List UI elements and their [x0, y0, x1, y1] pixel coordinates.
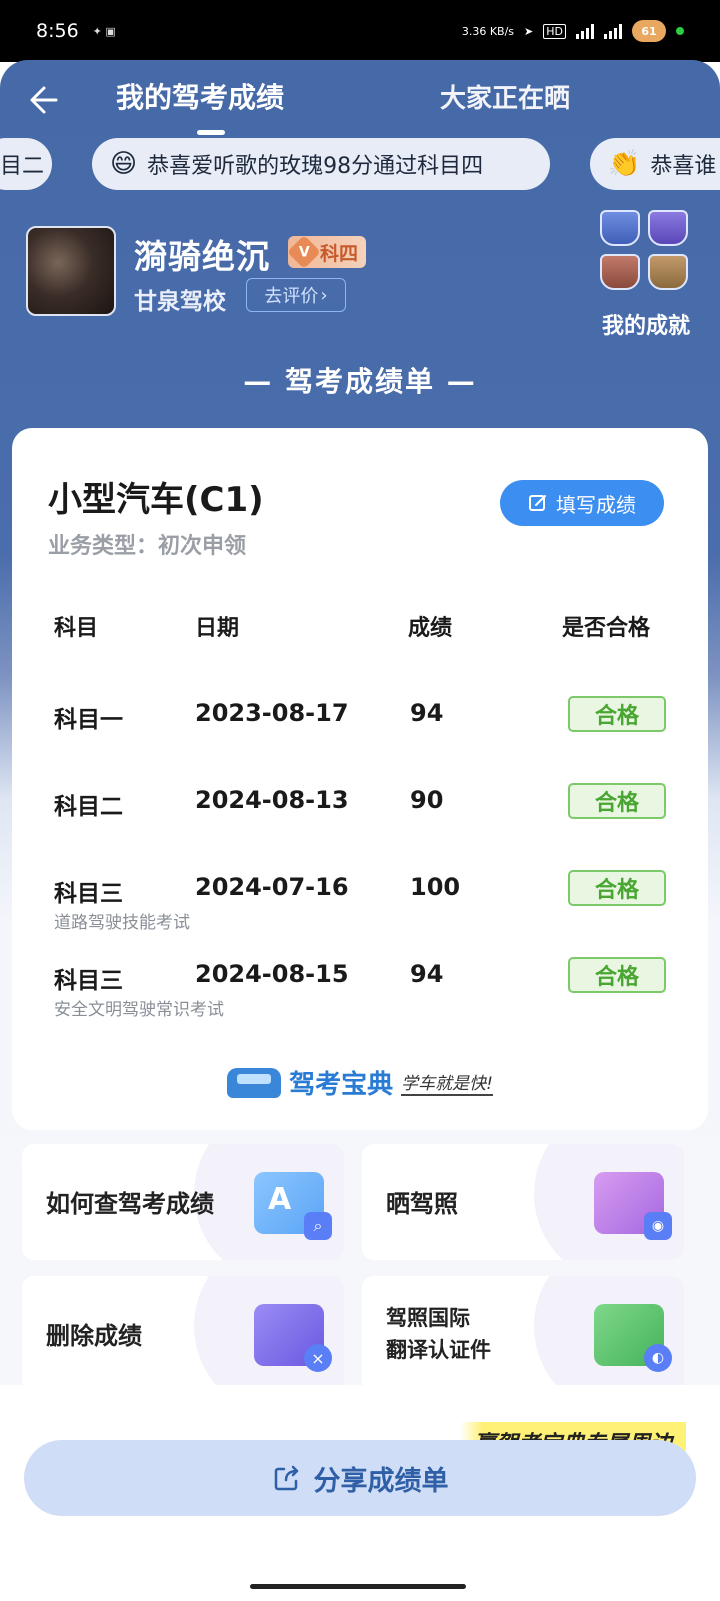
tab-my-results[interactable]: 我的驾考成绩: [116, 76, 284, 116]
row-subject: 科目三: [54, 881, 123, 907]
v-badge-icon: V: [287, 235, 321, 269]
brand-name: 驾考宝典: [289, 1070, 394, 1100]
ticker-item[interactable]: 目二: [0, 138, 52, 190]
school-name: 甘泉驾校: [134, 289, 226, 315]
level-badge: V 科四: [287, 235, 367, 269]
top-nav: 我的驾考成绩 大家正在晒: [0, 60, 720, 140]
header-passed: 是否合格: [562, 616, 651, 641]
notification-icon: ✦ ▣: [92, 24, 116, 38]
fill-score-button[interactable]: 填写成绩: [500, 480, 664, 526]
achievements-label: 我的成就: [601, 314, 690, 339]
search-document-icon: A ⌕: [254, 1172, 332, 1240]
row-note: 道路驾驶技能考试: [54, 913, 190, 933]
badge-icon: [600, 254, 640, 290]
tile-label: 如何查驾考成绩: [46, 1190, 214, 1218]
row-date: 2024-08-15: [195, 960, 349, 988]
pass-badge: 合格: [568, 957, 666, 993]
car-logo-icon: [227, 1067, 282, 1098]
tile-label-line2: 翻译认证件: [386, 1338, 491, 1362]
app-frame: 我的驾考成绩 大家正在晒 目二 😄 恭喜爱听歌的玫瑰98分通过科目四 👏 恭喜谁…: [0, 60, 720, 1601]
rate-button-label: 去评价: [264, 286, 319, 307]
congrats-ticker: 目二 😄 恭喜爱听歌的玫瑰98分通过科目四 👏 恭喜谁: [0, 138, 720, 190]
badge-icon: [600, 210, 640, 246]
photo-icon: ◉: [594, 1172, 672, 1240]
avatar[interactable]: [26, 226, 116, 316]
header-date: 日期: [195, 616, 240, 641]
share-button[interactable]: 分享成绩单: [24, 1440, 696, 1516]
fill-score-label: 填写成绩: [556, 492, 636, 517]
row-date: 2024-08-13: [195, 786, 349, 814]
pass-badge: 合格: [568, 870, 666, 906]
ticker-item[interactable]: 😄 恭喜爱听歌的玫瑰98分通过科目四: [92, 138, 550, 190]
badge-icon: [648, 254, 688, 290]
battery-icon: 61: [632, 20, 666, 42]
pass-badge: 合格: [568, 696, 666, 732]
status-time: 8:56: [36, 20, 79, 42]
row-score: 94: [410, 960, 444, 988]
tab-everyone-sharing[interactable]: 大家正在晒: [440, 78, 570, 115]
home-indicator[interactable]: [250, 1584, 466, 1589]
delete-document-icon: ×: [254, 1304, 332, 1372]
signal-icon-2: [604, 23, 622, 39]
ticker-text: 恭喜爱听歌的玫瑰98分通过科目四: [147, 154, 484, 179]
ticker-text: 恭喜谁: [650, 154, 717, 179]
brand-footer: 驾考宝典 学车就是快!: [12, 1064, 708, 1101]
row-subject: 科目一: [54, 707, 123, 733]
share-button-label: 分享成绩单: [313, 1465, 449, 1497]
license-type: 小型汽车(C1): [48, 480, 264, 520]
edit-icon: [529, 495, 546, 511]
row-score: 90: [410, 786, 444, 814]
rate-button[interactable]: 去评价 ›: [246, 278, 346, 312]
header-score: 成绩: [408, 616, 453, 641]
tile-label: 晒驾照: [386, 1190, 458, 1218]
ticker-text: 目二: [0, 154, 45, 179]
user-name: 漪骑绝沉: [134, 237, 270, 276]
signal-icon: [576, 23, 594, 39]
hd-icon: HD: [543, 23, 566, 39]
business-type: 业务类型：初次申领: [48, 534, 247, 559]
id-card-icon: ◐: [594, 1304, 672, 1372]
row-subject: 科目二: [54, 794, 123, 820]
pass-badge: 合格: [568, 783, 666, 819]
brand-slogan: 学车就是快!: [401, 1069, 493, 1096]
badge-icon: [648, 210, 688, 246]
result-card: 小型汽车(C1) 业务类型：初次申领 填写成绩 科目 日期 成绩 是否合格 科目…: [12, 428, 708, 1130]
achievements[interactable]: 我的成就: [596, 210, 696, 340]
tile-check-results[interactable]: 如何查驾考成绩 A ⌕: [22, 1144, 344, 1260]
level-badge-label: 科四: [320, 242, 359, 265]
header-subject: 科目: [54, 616, 99, 641]
section-title: — 驾考成绩单 —: [243, 365, 477, 398]
location-icon: ➤: [524, 24, 534, 38]
smile-emoji-icon: 😄: [110, 149, 138, 179]
tile-label-line1: 驾照国际: [386, 1306, 470, 1330]
status-bar: 8:56 ✦ ▣ 3.36 KB/s ➤ HD 61: [0, 0, 720, 62]
ticker-item[interactable]: 👏 恭喜谁: [590, 138, 720, 190]
chevron-right-icon: ›: [320, 284, 328, 306]
tile-label: 删除成绩: [46, 1322, 142, 1350]
tile-intl-license[interactable]: 驾照国际 翻译认证件 ◐: [362, 1276, 684, 1392]
row-date: 2024-07-16: [195, 873, 349, 901]
net-speed: 3.36 KB/s: [461, 24, 515, 38]
tile-show-license[interactable]: 晒驾照 ◉: [362, 1144, 684, 1260]
clap-emoji-icon: 👏: [608, 149, 641, 179]
row-date: 2023-08-17: [195, 699, 349, 727]
back-arrow-icon[interactable]: [26, 78, 70, 122]
share-icon: [274, 1465, 298, 1491]
tab-indicator: [197, 130, 225, 135]
row-score: 94: [410, 699, 444, 727]
row-score: 100: [410, 873, 461, 901]
row-note: 安全文明驾驶常识考试: [54, 1000, 224, 1020]
row-subject: 科目三: [54, 968, 123, 994]
status-dot: [676, 27, 684, 35]
tile-delete-results[interactable]: 删除成绩 ×: [22, 1276, 344, 1392]
